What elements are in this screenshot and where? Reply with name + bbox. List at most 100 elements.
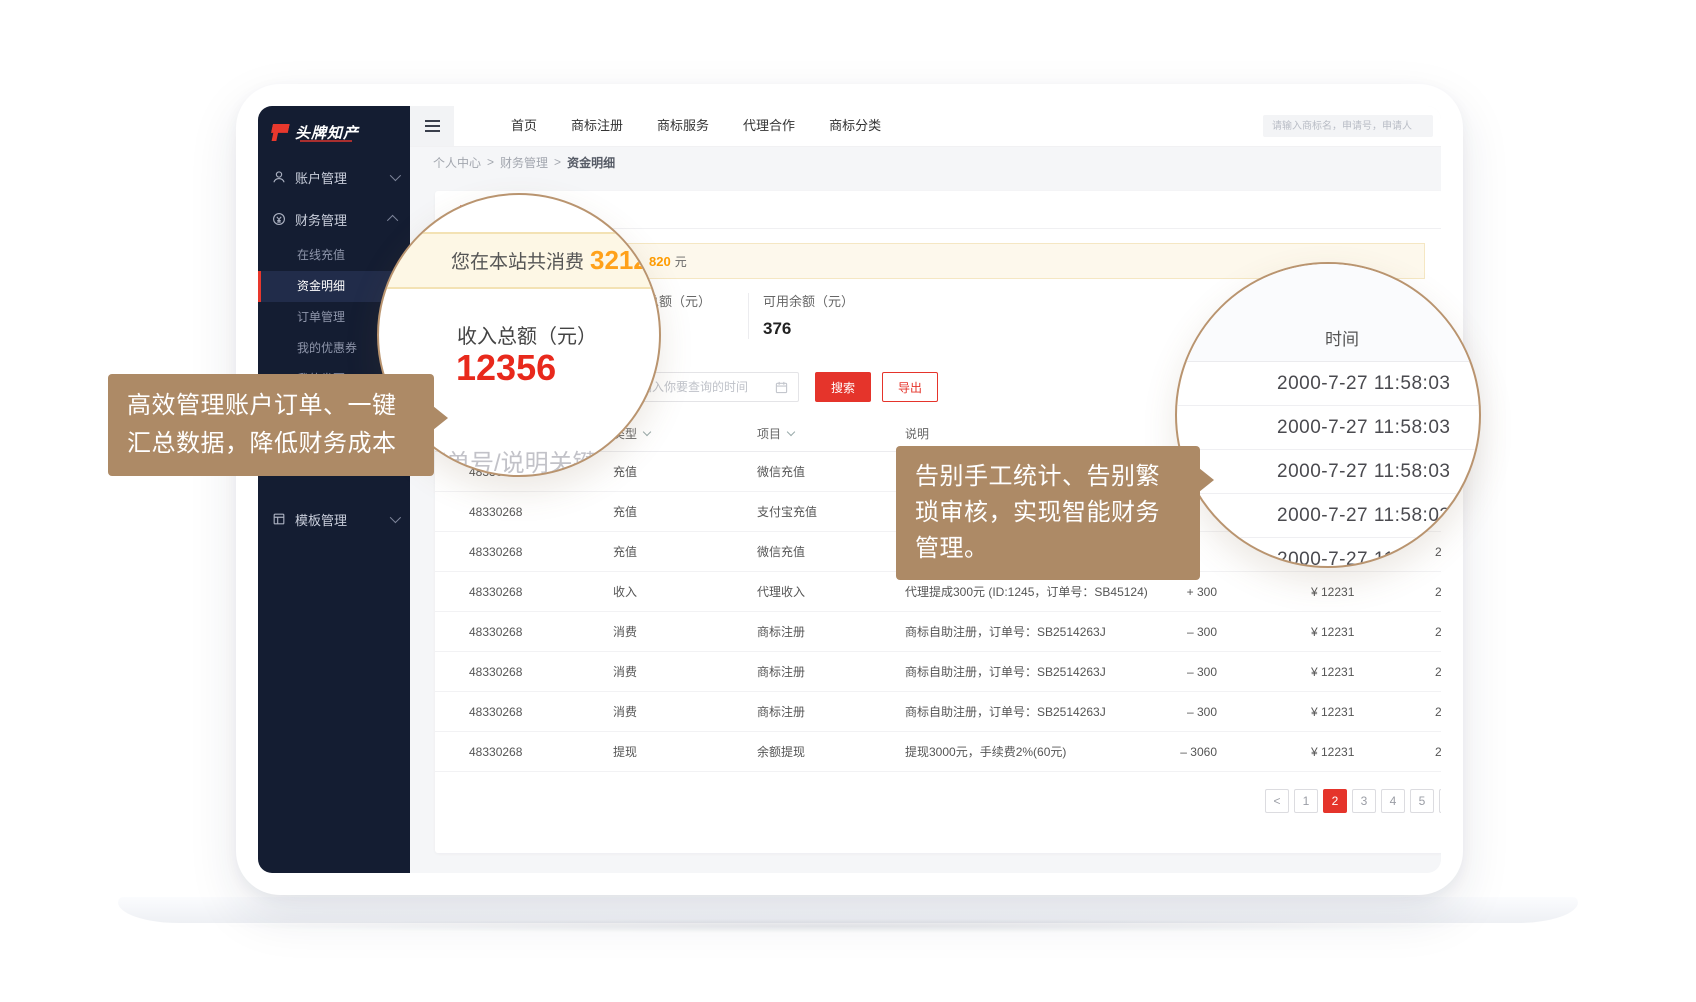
cell-type: 提现 [613,732,637,771]
nav-tab-home[interactable]: 首页 [494,106,554,146]
breadcrumb-item[interactable]: 财务管理 [500,154,548,171]
cell-amount: – 300 [1133,692,1217,731]
magnified-time-header: 时间 [1177,264,1479,362]
template-icon [272,512,286,526]
nav-tab-trademark-category[interactable]: 商标分类 [812,106,898,146]
breadcrumb-current: 资金明细 [567,154,615,171]
stat-label: 可用余额（元） [763,291,854,310]
breadcrumb: 个人中心 > 财务管理 > 资金明细 [410,147,1441,177]
cell-time: 2000-7-27 11:58:03 [1435,612,1441,651]
page-button-5[interactable]: 5 [1410,789,1434,813]
table-row[interactable]: 48330268 消费 商标注册 商标自助注册，订单号：SB2514263J –… [435,692,1441,732]
cell-type: 消费 [613,652,637,691]
cell-balance: ¥ 12231 [1311,572,1354,611]
table-row[interactable]: 48330268 提现 余额提现 提现3000元，手续费2%(60元) – 30… [435,732,1441,772]
sidebar-item-account[interactable]: 账户管理 [258,156,410,198]
sidebar-subitem-label: 订单管理 [297,310,345,324]
brand-logo[interactable]: 头牌知产 [258,106,410,152]
menu-icon[interactable] [410,106,454,146]
cell-order: 48330268 [469,612,522,651]
cell-desc: 商标自助注册，订单号：SB2514263J [905,652,1106,691]
stat-divider [748,293,749,339]
cell-balance: ¥ 12231 [1311,692,1354,731]
prev-page-button[interactable]: < [1265,789,1289,813]
cell-order: 48330268 [469,532,522,571]
cell-order: 48330268 [469,492,522,531]
magnified-time-cell: 2000-7-27 11:58:03 [1177,362,1479,406]
cell-type: 消费 [613,612,637,651]
breadcrumb-item[interactable]: 个人中心 [433,154,481,171]
nav-tabs: 首页 商标注册 商标服务 代理合作 商标分类 [494,106,898,146]
cell-desc: 商标自助注册，订单号：SB2514263J [905,612,1106,651]
cell-order: 48330268 [469,572,522,611]
sidebar-subitem-label: 资金明细 [297,279,345,293]
cell-project: 微信充值 [757,532,805,571]
caret-down-icon [787,428,795,436]
laptop-base [118,897,1578,923]
cell-balance: ¥ 12231 [1311,652,1354,691]
cell-type: 充值 [613,532,637,571]
page-button-1[interactable]: 1 [1294,789,1318,813]
caret-down-icon [643,428,651,436]
magnified-time-cell: 2000-7-27 11:58:03 [1177,406,1479,450]
top-nav: 首页 商标注册 商标服务 代理合作 商标分类 [410,106,1441,147]
cell-project: 商标注册 [757,692,805,731]
magnified-time-cell: 2000-7-27 11:58:03 [1177,538,1479,568]
cell-desc: 提现3000元，手续费2%(60元) [905,732,1066,771]
cell-order: 48330268 [469,732,522,771]
cell-project: 商标注册 [757,652,805,691]
cell-type: 消费 [613,692,637,731]
cell-time: 2000-7-27 11:58:03 [1435,732,1441,771]
next-page-button-clipped[interactable] [1439,789,1441,813]
cell-project: 余额提现 [757,732,805,771]
table-row[interactable]: 48330268 消费 商标注册 商标自助注册，订单号：SB2514263J –… [435,612,1441,652]
search-input[interactable] [1263,115,1433,137]
magnified-time-rows: 2000-7-27 11:58:03 2000-7-27 11:58:03 20… [1177,362,1479,568]
magnified-stat-value: 12356 [456,347,556,389]
col-header-project[interactable]: 项目 [757,415,794,451]
page-button-2[interactable]: 2 [1323,789,1347,813]
search-button[interactable]: 搜索 [815,372,871,402]
magnified-banner-prefix: 您在本站共消费 [451,247,584,274]
stat-value: 376 [763,319,854,339]
cell-project: 微信充值 [757,452,805,491]
sidebar-item-label: 模板管理 [295,510,347,529]
cell-desc: 商标自助注册，订单号：SB2514263J [905,692,1106,731]
chevron-down-icon [390,170,401,181]
cell-balance: ¥ 12231 [1311,612,1354,651]
table-row[interactable]: 48330268 消费 商标注册 商标自助注册，订单号：SB2514263J –… [435,652,1441,692]
callout-right: 告别手工统计、告别繁琐审核，实现智能财务管理。 [896,446,1200,580]
magnified-time-cell: 2000-7-27 11:58:03 [1177,494,1479,538]
magnifier-right: 时间 2000-7-27 11:58:03 2000-7-27 11:58:03… [1175,262,1481,568]
cell-project: 代理收入 [757,572,805,611]
cell-balance: ¥ 12231 [1311,732,1354,771]
cell-order: 48330268 [469,652,522,691]
nav-tab-trademark-service[interactable]: 商标服务 [640,106,726,146]
page-button-3[interactable]: 3 [1352,789,1376,813]
finance-icon [272,212,286,226]
nav-tab-agent-cooperation[interactable]: 代理合作 [726,106,812,146]
sidebar-item-template[interactable]: 模板管理 [258,498,410,540]
brand-tagline-decoration [300,140,352,142]
export-button[interactable]: 导出 [882,372,938,402]
cell-project: 商标注册 [757,612,805,651]
callout-left: 高效管理账户订单、一键汇总数据，降低财务成本 [108,374,434,476]
sidebar-item-label: 财务管理 [295,210,347,229]
stat-balance: 可用余额（元） 376 [763,291,854,339]
magnified-consumption-banner: 您在本站共消费 32124 大 [377,232,661,289]
nav-tab-trademark-register[interactable]: 商标注册 [554,106,640,146]
chevron-down-icon [390,512,401,523]
cell-amount: – 300 [1133,612,1217,651]
cell-type: 充值 [613,492,637,531]
brand-logo-icon [269,124,290,141]
page: 头牌知产 账户管理 财务管理 在线充值 资金明细 [0,0,1696,1002]
breadcrumb-separator: > [487,155,494,169]
cell-time: 2000-7-27 11:58:03 [1435,572,1441,611]
cell-amount: – 3060 [1133,732,1217,771]
cell-time: 2000-7-27 11:58:03 [1435,652,1441,691]
magnified-time-cell: 2000-7-27 11:58:03 [1177,450,1479,494]
sidebar-item-label: 账户管理 [295,168,347,187]
page-button-4[interactable]: 4 [1381,789,1405,813]
magnified-keyword-placeholder: 订单号/说明关键字 [422,443,621,477]
chevron-up-icon [387,215,398,226]
